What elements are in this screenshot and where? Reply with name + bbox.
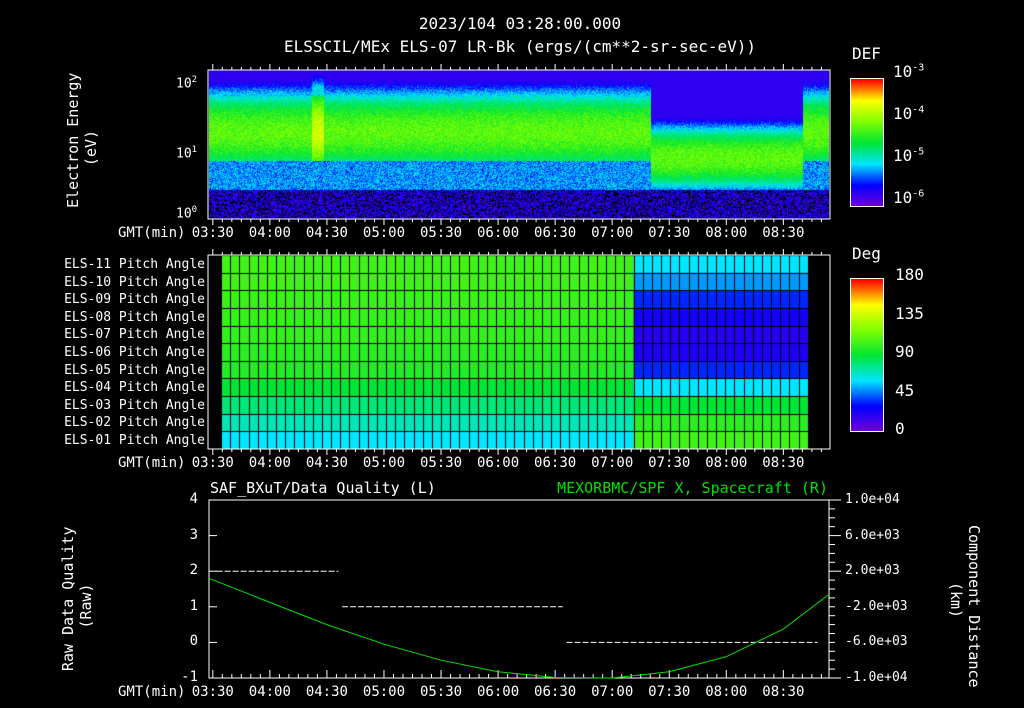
time-tick-label: 04:30: [305, 684, 348, 700]
panel-frame: [207, 254, 831, 450]
time-tick-label: 04:00: [248, 455, 291, 471]
time-tick-label: 03:30: [191, 225, 234, 241]
quality-tick-label: 1: [189, 597, 198, 614]
distance-tick-label: 6.0e+03: [845, 527, 900, 543]
time-tick-label: 03:30: [191, 684, 234, 700]
distance-tick-label: -6.0e+03: [845, 634, 908, 650]
time-tick-label: 04:30: [305, 225, 348, 241]
time-tick-label: 06:30: [534, 225, 577, 241]
distance-yunit: (km): [947, 581, 965, 619]
time-tick-label: 04:30: [305, 455, 348, 471]
time-tick-label: 07:00: [591, 225, 634, 241]
time-tick-label: 06:00: [477, 455, 520, 471]
time-tick-label: 05:00: [362, 455, 406, 471]
time-tick-label: 05:30: [419, 684, 463, 700]
time-tick-label: 06:30: [534, 455, 577, 471]
distance-tick-label: -1.0e+04: [845, 670, 908, 685]
distance-axis-label: Component Distance (km): [947, 525, 983, 688]
time-tick-label: 07:30: [648, 684, 691, 700]
time-tick-label: 05:00: [362, 225, 406, 241]
quality-yunit: (Raw): [77, 583, 95, 629]
distance-tick-label: 1.0e+04: [845, 492, 900, 507]
distance-ylabel: Component Distance: [965, 525, 983, 688]
quality-tick-label: -1: [181, 669, 198, 685]
time-tick-label: 05:30: [419, 225, 463, 241]
line-panel-frame: [208, 499, 830, 679]
distance-tick-label: -2.0e+03: [845, 598, 908, 614]
distance-tick-label: 2.0e+03: [845, 563, 900, 579]
time-tick-label: 07:30: [648, 225, 691, 241]
time-tick-label: 07:00: [591, 684, 634, 700]
time-tick-label: 08:30: [762, 455, 805, 471]
time-tick-label: 08:30: [762, 225, 805, 241]
time-tick-label: 07:30: [648, 455, 691, 471]
panel-frame: [207, 69, 831, 220]
time-tick-label: 05:30: [419, 455, 463, 471]
quality-tick-label: 0: [189, 633, 198, 650]
quality-tick-label: 4: [189, 491, 198, 507]
time-tick-label: 06:30: [534, 684, 577, 700]
quality-tick-label: 3: [189, 526, 198, 543]
time-tick-label: 06:00: [477, 225, 520, 241]
time-axis-title: GMT(min): [118, 684, 186, 700]
time-axis-title: GMT(min): [118, 225, 186, 241]
time-tick-label: 05:00: [362, 684, 406, 700]
time-axis-title: GMT(min): [118, 455, 186, 471]
quality-ylabel: Raw Data Quality: [59, 526, 77, 672]
time-tick-label: 08:30: [762, 684, 805, 700]
time-tick-label: 08:00: [705, 455, 748, 471]
time-tick-label: 03:30: [191, 455, 234, 471]
quality-tick-label: 2: [189, 562, 198, 579]
time-tick-label: 04:00: [248, 225, 291, 241]
time-tick-label: 04:00: [248, 684, 291, 700]
time-tick-label: 08:00: [705, 225, 748, 241]
spacecraft-x-line: [208, 577, 830, 679]
time-tick-label: 07:00: [591, 455, 634, 471]
time-tick-label: 06:00: [477, 684, 520, 700]
time-tick-label: 08:00: [705, 684, 748, 700]
quality-axis-label: Raw Data Quality (Raw): [59, 527, 95, 672]
